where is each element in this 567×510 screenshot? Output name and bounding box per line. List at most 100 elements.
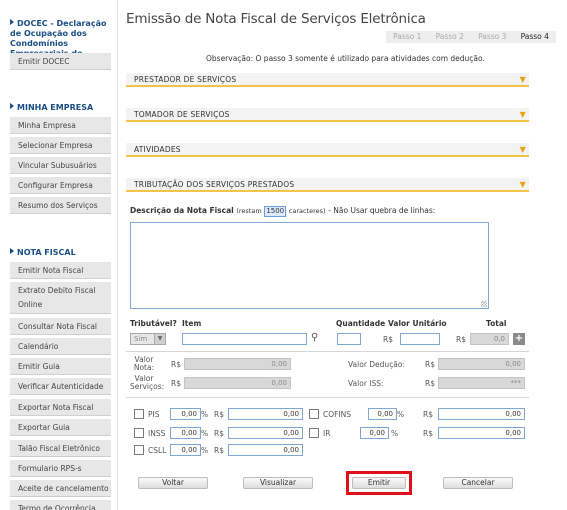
bullet-arrow-icon <box>10 103 14 109</box>
cofins-checkbox[interactable] <box>309 409 319 419</box>
inss-label: INSS <box>148 429 166 438</box>
main-content: Emissão de Nota Fiscal de Serviços Eletr… <box>118 0 567 510</box>
section-atividades[interactable]: ATIVIDADES ▼ <box>126 143 529 157</box>
description-label: Descrição da Nota Fiscal (restam 1500 ca… <box>130 206 436 217</box>
step-4: Passo 4 <box>520 32 549 41</box>
sidebar-item-emitir-nota-fiscal[interactable]: Emitir Nota Fiscal <box>10 262 111 279</box>
sidebar-item-calendario[interactable]: Calendário <box>10 338 111 355</box>
percent-sign: % <box>391 429 399 438</box>
ir-label: IR <box>323 429 331 438</box>
percent-sign: % <box>201 429 209 438</box>
section-tributacao[interactable]: TRIBUTAÇÃO DOS SERVIÇOS PRESTADOS ▼ <box>126 178 529 192</box>
header-item: Item <box>182 319 202 328</box>
sidebar-item-configurar-empresa[interactable]: Configurar Empresa <box>10 177 111 194</box>
valor-iss-label: Valor ISS: <box>348 379 384 388</box>
pis-value-input[interactable]: 0,00 <box>228 408 303 420</box>
cofins-percent-input[interactable]: 0,00 <box>368 408 397 420</box>
header-tributavel: Tributável? <box>130 319 177 328</box>
sidebar-item-exportar-nota[interactable]: Exportar Nota Fiscal <box>10 399 111 416</box>
bullet-arrow-icon <box>10 19 14 25</box>
percent-sign: % <box>201 410 209 419</box>
valor-servicos-field: 0,00 <box>184 377 291 389</box>
sidebar-item-termo-ocorrencia[interactable]: Termo de Ocorrência <box>10 500 111 510</box>
step-2: Passo 2 <box>435 32 464 41</box>
description-textarea[interactable] <box>130 222 489 309</box>
pis-checkbox[interactable] <box>134 409 144 419</box>
voltar-button[interactable]: Voltar <box>138 477 208 489</box>
cofins-label: COFINS <box>323 410 352 419</box>
separator <box>126 397 529 398</box>
total-currency: R$ <box>456 335 466 344</box>
sidebar-item-selecionar-empresa[interactable]: Selecionar Empresa <box>10 137 111 154</box>
ir-value-input[interactable]: 0,00 <box>438 427 525 439</box>
sidebar-item-minha-empresa[interactable]: Minha Empresa <box>10 117 111 134</box>
cofins-value-input[interactable]: 0,00 <box>438 408 525 420</box>
separator <box>126 351 529 352</box>
valor-servicos-currency: R$ <box>171 379 181 388</box>
chevron-down-icon[interactable]: ▼ <box>520 178 526 192</box>
percent-sign: % <box>397 410 405 419</box>
section-tomador[interactable]: TOMADOR DE SERVIÇOS ▼ <box>126 108 529 122</box>
sidebar-item-emitir-guia[interactable]: Emitir Guia <box>10 358 111 375</box>
cofins-currency: R$ <box>423 410 433 419</box>
inss-currency: R$ <box>214 429 224 438</box>
ir-checkbox[interactable] <box>309 428 319 438</box>
valor-unitario-input[interactable] <box>400 333 440 345</box>
chevron-down-icon: ▼ <box>154 334 165 344</box>
valor-nota-field: 0,00 <box>184 358 291 370</box>
char-counter: 1500 <box>264 206 287 217</box>
sidebar-item-consultar-nota[interactable]: Consultar Nota Fiscal <box>10 318 111 335</box>
visualizar-button[interactable]: Visualizar <box>243 477 313 489</box>
header-quantidade: Quantidade <box>336 319 386 328</box>
ir-percent-input[interactable]: 0,00 <box>360 427 389 439</box>
chevron-down-icon[interactable]: ▼ <box>520 143 526 157</box>
plus-icon[interactable]: + <box>513 333 525 345</box>
quantidade-input[interactable] <box>337 333 361 345</box>
cancelar-button[interactable]: Cancelar <box>443 477 513 489</box>
valor-deducao-label: Valor Dedução: <box>348 360 406 369</box>
header-total: Total <box>486 319 507 328</box>
sidebar-item-formulario-rps[interactable]: Formulario RPS-s <box>10 460 111 477</box>
valor-iss-currency: R$ <box>425 379 435 388</box>
pis-label: PIS <box>148 410 160 419</box>
inss-percent-input[interactable]: 0,00 <box>170 427 201 439</box>
section-atividades-label: ATIVIDADES <box>134 145 181 154</box>
csll-percent-input[interactable]: 0,00 <box>170 444 201 456</box>
observation-text: Observação: O passo 3 somente é utilizad… <box>206 54 485 63</box>
step-3: Passo 3 <box>478 32 507 41</box>
valor-deducao-field: 0,00 <box>438 358 525 370</box>
sidebar-item-verificar-autenticidade[interactable]: Verificar Autenticidade <box>10 378 111 395</box>
section-prestador[interactable]: PRESTADOR DE SERVIÇOS ▼ <box>126 73 529 87</box>
item-input[interactable] <box>182 333 307 345</box>
tributavel-select[interactable]: Sim ▼ <box>130 333 166 345</box>
csll-label: CSLL <box>148 446 167 455</box>
valor-nota-currency: R$ <box>171 360 181 369</box>
inss-checkbox[interactable] <box>134 428 144 438</box>
sidebar-item-aceite-cancelamento[interactable]: Aceite de cancelamento <box>10 480 111 497</box>
sidebar-heading-nota-fiscal: NOTA FISCAL <box>10 248 76 258</box>
header-valor-unitario: Valor Unitário <box>388 319 447 328</box>
sidebar-item-vincular-subusuarios[interactable]: Vincular Subusuários <box>10 157 111 174</box>
sidebar-item-talao-fiscal[interactable]: Talão Fiscal Eletrônico <box>10 440 111 457</box>
csll-currency: R$ <box>214 446 224 455</box>
sidebar-item-resumo-servicos[interactable]: Resumo dos Serviços <box>10 197 111 214</box>
sidebar-heading-minha-empresa: MINHA EMPRESA <box>10 103 93 113</box>
pis-percent-input[interactable]: 0,00 <box>170 408 201 420</box>
sidebar-item-extrato-debito[interactable]: Extrato Debito Fiscal Online <box>10 282 111 314</box>
valor-deducao-currency: R$ <box>425 360 435 369</box>
sidebar-item-exportar-guia[interactable]: Exportar Guia <box>10 419 111 436</box>
chevron-down-icon[interactable]: ▼ <box>520 108 526 122</box>
step-1: Passo 1 <box>393 32 422 41</box>
emitir-button[interactable]: Emitir <box>352 477 406 489</box>
percent-sign: % <box>201 446 209 455</box>
chevron-down-icon[interactable]: ▼ <box>520 73 526 87</box>
resize-grip-icon[interactable] <box>481 301 487 307</box>
section-prestador-label: PRESTADOR DE SERVIÇOS <box>134 75 237 84</box>
search-icon[interactable]: ⚲ <box>311 333 318 343</box>
csll-checkbox[interactable] <box>134 445 144 455</box>
valor-unitario-currency: R$ <box>383 335 393 344</box>
inss-value-input[interactable]: 0,00 <box>228 427 303 439</box>
csll-value-input[interactable]: 0,00 <box>228 444 303 456</box>
sidebar-item-emitir-docec[interactable]: Emitir DOCEC <box>10 53 111 70</box>
section-tomador-label: TOMADOR DE SERVIÇOS <box>134 110 230 119</box>
